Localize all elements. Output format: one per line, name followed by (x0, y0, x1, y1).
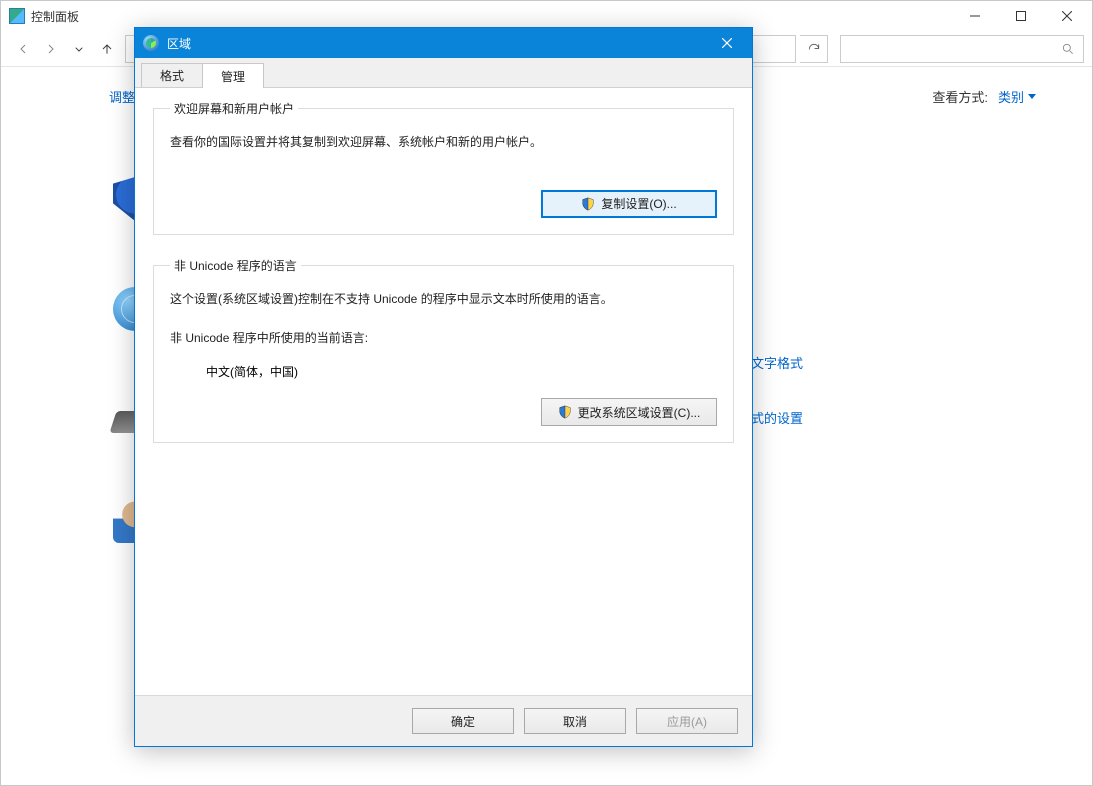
chevron-down-icon[interactable] (65, 35, 93, 63)
tab-format[interactable]: 格式 (141, 63, 203, 87)
non-unicode-legend: 非 Unicode 程序的语言 (170, 257, 301, 274)
visible-links: 文字格式 式的设置 (751, 353, 803, 427)
uac-shield-icon (581, 197, 595, 211)
current-language-label: 非 Unicode 程序中所使用的当前语言: (170, 327, 717, 350)
dialog-close-button[interactable] (704, 28, 750, 58)
link-item[interactable]: 式的设置 (751, 408, 803, 427)
dialog-titlebar: 区域 (135, 28, 752, 58)
chevron-down-icon (1028, 94, 1036, 99)
copy-settings-button[interactable]: 复制设置(O)... (541, 190, 717, 218)
minimize-button[interactable] (952, 1, 998, 31)
current-language-value: 中文(简体，中国) (206, 363, 717, 380)
welcome-desc: 查看你的国际设置并将其复制到欢迎屏幕、系统帐户和新的用户帐户。 (170, 131, 717, 154)
back-button[interactable] (9, 35, 37, 63)
forward-button[interactable] (37, 35, 65, 63)
view-mode-dropdown[interactable]: 类别 (998, 87, 1036, 106)
close-button[interactable] (1044, 1, 1090, 31)
ok-button[interactable]: 确定 (412, 708, 514, 734)
welcome-legend: 欢迎屏幕和新用户帐户 (170, 100, 298, 117)
adjust-link[interactable]: 调整 (109, 87, 135, 106)
welcome-screen-group: 欢迎屏幕和新用户帐户 查看你的国际设置并将其复制到欢迎屏幕、系统帐户和新的用户帐… (153, 100, 734, 235)
region-dialog: 区域 格式 管理 欢迎屏幕和新用户帐户 查看你的国际设置并将其复制到欢迎屏幕、系… (134, 27, 753, 747)
view-mode-value: 类别 (998, 87, 1024, 106)
parent-window-controls (952, 1, 1090, 31)
globe-icon (143, 35, 159, 51)
dialog-body: 格式 管理 欢迎屏幕和新用户帐户 查看你的国际设置并将其复制到欢迎屏幕、系统帐户… (135, 58, 752, 746)
up-button[interactable] (93, 35, 121, 63)
change-system-locale-button[interactable]: 更改系统区域设置(C)... (541, 398, 717, 426)
non-unicode-group: 非 Unicode 程序的语言 这个设置(系统区域设置)控制在不支持 Unico… (153, 257, 734, 444)
link-item[interactable]: 文字格式 (751, 353, 803, 372)
maximize-button[interactable] (998, 1, 1044, 31)
search-icon (1061, 42, 1075, 56)
uac-shield-icon (558, 405, 572, 419)
tab-bar: 格式 管理 (135, 58, 752, 88)
tab-admin-page: 欢迎屏幕和新用户帐户 查看你的国际设置并将其复制到欢迎屏幕、系统帐户和新的用户帐… (135, 88, 752, 695)
tab-admin[interactable]: 管理 (202, 63, 264, 88)
control-panel-icon (9, 8, 25, 24)
view-label: 查看方式: (932, 87, 988, 106)
non-unicode-desc: 这个设置(系统区域设置)控制在不支持 Unicode 的程序中显示文本时所使用的… (170, 288, 717, 311)
copy-settings-label: 复制设置(O)... (601, 195, 676, 212)
apply-button[interactable]: 应用(A) (636, 708, 738, 734)
change-locale-label: 更改系统区域设置(C)... (578, 404, 701, 421)
dialog-title: 区域 (167, 35, 191, 52)
parent-title: 控制面板 (31, 8, 79, 25)
refresh-button[interactable] (800, 35, 828, 63)
cancel-button[interactable]: 取消 (524, 708, 626, 734)
search-input[interactable] (840, 35, 1084, 63)
dialog-footer: 确定 取消 应用(A) (135, 695, 752, 746)
